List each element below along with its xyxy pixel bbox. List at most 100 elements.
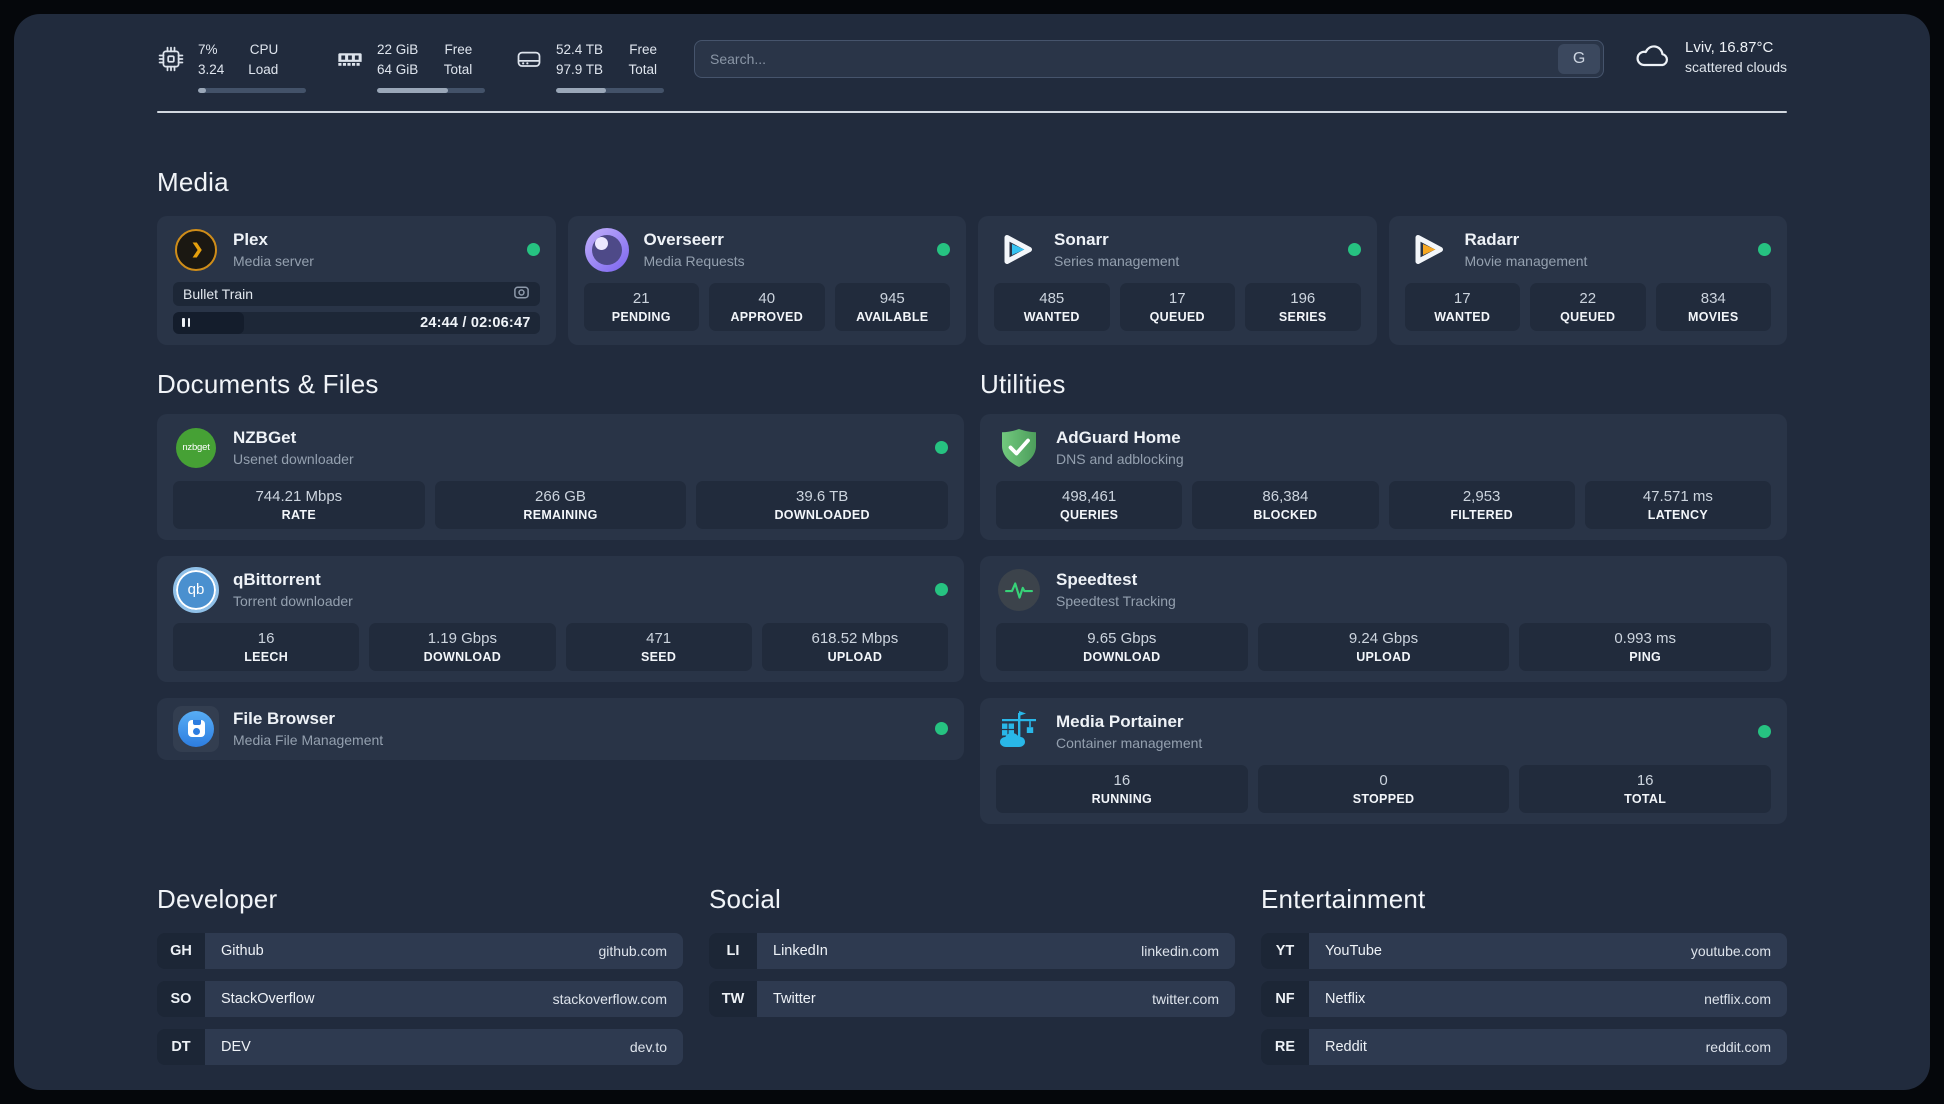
cloud-icon <box>1634 40 1672 75</box>
app-card-sonarr[interactable]: Sonarr Series management 485 WANTED 17 Q… <box>978 215 1377 345</box>
cpu-usage-value: 7% <box>198 42 218 57</box>
link-name: Github <box>221 942 264 959</box>
stat-box: 86,384 BLOCKED <box>1192 480 1379 529</box>
stat-box: 9.65 Gbps DOWNLOAD <box>996 622 1248 671</box>
stat-label: APPROVED <box>730 309 804 324</box>
memory-total-value: 64 GiB <box>377 62 419 78</box>
stat-label: UPLOAD <box>827 649 883 664</box>
link-row-dev[interactable]: DT DEV dev.to <box>157 1028 683 1065</box>
stat-box: 266 GB REMAINING <box>434 480 687 529</box>
stat-label: DOWNLOAD <box>423 649 502 664</box>
memory-progress-bar <box>377 87 485 93</box>
section-title-media: Media <box>157 166 229 197</box>
link-url: reddit.com <box>1705 1038 1771 1055</box>
adguard-logo-icon <box>996 425 1042 471</box>
stat-value: 1.19 Gbps <box>427 629 497 647</box>
stat-box: 834 MOVIES <box>1655 282 1771 331</box>
stat-label: TOTAL <box>1624 791 1667 806</box>
app-card-portainer[interactable]: Media Portainer Container management 16 … <box>980 697 1787 824</box>
app-subtitle: Media File Management <box>233 732 384 748</box>
stat-value: 9.65 Gbps <box>1087 629 1157 647</box>
stat-label: RUNNING <box>1091 791 1153 806</box>
app-card-overseerr[interactable]: Overseerr Media Requests 21 PENDING 40 A… <box>567 215 966 345</box>
stat-value: 9.24 Gbps <box>1348 629 1419 647</box>
header: 7% 3.24 CPU Load 22 GiB 64 GiB Free Tota… <box>157 14 1787 93</box>
link-name: StackOverflow <box>221 990 315 1007</box>
link-url: stackoverflow.com <box>552 990 667 1007</box>
stat-label: STOPPED <box>1352 791 1415 806</box>
stat-label: FILTERED <box>1450 507 1513 522</box>
app-card-filebrowser[interactable]: File Browser Media File Management <box>157 697 964 760</box>
stat-label: LEECH <box>244 649 289 664</box>
cpu-load-value: 3.24 <box>198 62 225 78</box>
stat-value: 744.21 Mbps <box>255 487 343 505</box>
link-row-youtube[interactable]: YT YouTube youtube.com <box>1261 932 1787 969</box>
stat-box: 744.21 Mbps RATE <box>173 480 425 529</box>
link-row-netflix[interactable]: NF Netflix netflix.com <box>1261 980 1787 1017</box>
stat-box: 16 LEECH <box>173 622 360 671</box>
stat-box: 945 AVAILABLE <box>834 282 950 331</box>
app-card-speedtest[interactable]: Speedtest Speedtest Tracking 9.65 Gbps D… <box>980 555 1787 682</box>
stat-label: RATE <box>281 507 316 522</box>
disk-total-label: Total <box>628 62 658 78</box>
search-bar[interactable]: G <box>694 40 1605 78</box>
stat-value: 86,384 <box>1262 487 1309 505</box>
status-online-dot <box>526 243 540 256</box>
stat-box: 2,953 FILTERED <box>1388 480 1575 529</box>
stat-value: 485 <box>1039 289 1065 307</box>
app-card-plex[interactable]: Plex Media server Bullet Train 24:44 / 0… <box>157 215 556 345</box>
app-card-adguard[interactable]: AdGuard Home DNS and adblocking 498,461 … <box>980 413 1787 540</box>
search-input[interactable] <box>698 44 1559 74</box>
app-subtitle: Media server <box>233 253 314 269</box>
stat-label: PENDING <box>611 309 671 324</box>
link-abbr: NF <box>1261 980 1309 1017</box>
link-url: twitter.com <box>1152 990 1219 1007</box>
app-title: Sonarr <box>1054 230 1109 249</box>
link-row-github[interactable]: GH Github github.com <box>157 932 683 969</box>
stat-label: AVAILABLE <box>856 309 929 324</box>
cpu-usage-label: CPU <box>249 42 279 57</box>
stat-value: 471 <box>646 629 672 647</box>
cpu-load-label: Load <box>248 62 279 78</box>
stat-box: 47.571 ms LATENCY <box>1584 480 1771 529</box>
link-row-reddit[interactable]: RE Reddit reddit.com <box>1261 1028 1787 1065</box>
stat-box: 0 STOPPED <box>1257 764 1510 813</box>
documents-column: Documents & Files nzbget NZBGet Usenet d… <box>157 369 964 840</box>
memory-stat: 22 GiB 64 GiB Free Total <box>336 40 485 93</box>
disk-total-value: 97.9 TB <box>556 62 604 78</box>
stat-label: UPLOAD <box>1356 649 1411 664</box>
link-abbr: SO <box>157 980 205 1017</box>
link-row-twitter[interactable]: TW Twitter twitter.com <box>709 980 1235 1017</box>
status-online-dot <box>1347 243 1361 256</box>
search-engine-button[interactable]: G <box>1558 44 1601 74</box>
stat-value: 0 <box>1379 771 1388 789</box>
filebrowser-logo-icon <box>173 705 219 752</box>
status-online-dot <box>1758 243 1771 256</box>
link-row-linkedin[interactable]: LI LinkedIn linkedin.com <box>709 932 1235 969</box>
stat-label: SEED <box>641 649 677 664</box>
disk-free-value: 52.4 TB <box>556 42 604 57</box>
link-name: Reddit <box>1325 1038 1367 1055</box>
link-abbr: LI <box>709 932 757 969</box>
app-card-nzbget[interactable]: nzbget NZBGet Usenet downloader 744.21 M… <box>157 413 964 540</box>
stat-label: REMAINING <box>523 507 598 522</box>
disk-stat: 52.4 TB 97.9 TB Free Total <box>515 40 664 93</box>
stat-value: 47.571 ms <box>1642 487 1713 505</box>
app-subtitle: Torrent downloader <box>233 593 353 609</box>
links-column-entertainment: Entertainment YT YouTube youtube.com NF … <box>1261 884 1787 1077</box>
stat-label: DOWNLOADED <box>774 507 870 522</box>
link-row-stackoverflow[interactable]: SO StackOverflow stackoverflow.com <box>157 980 683 1017</box>
stat-box: 618.52 Mbps UPLOAD <box>761 622 948 671</box>
session-icon[interactable] <box>513 284 530 304</box>
weather-location-temp: Lviv, 16.87°C <box>1685 39 1774 56</box>
plex-logo-icon <box>173 227 219 273</box>
app-subtitle: Usenet downloader <box>233 451 354 467</box>
app-card-qbittorrent[interactable]: qb qBittorrent Torrent downloader 16 LEE… <box>157 555 964 682</box>
stat-label: WANTED <box>1023 309 1080 324</box>
section-title-developer: Developer <box>157 883 278 914</box>
link-name: DEV <box>221 1038 251 1055</box>
app-card-radarr[interactable]: Radarr Movie management 17 WANTED 22 QUE… <box>1388 215 1787 345</box>
stat-box: 16 TOTAL <box>1519 764 1771 813</box>
overseerr-logo-icon <box>584 227 630 273</box>
resource-stats: 7% 3.24 CPU Load 22 GiB 64 GiB Free Tota… <box>157 38 664 93</box>
